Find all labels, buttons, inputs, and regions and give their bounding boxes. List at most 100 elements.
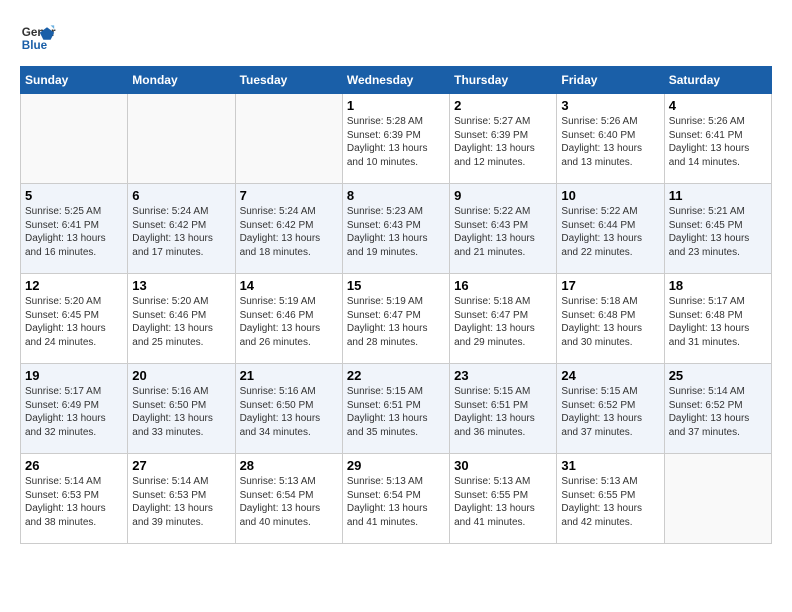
day-cell: 7 Sunrise: 5:24 AM Sunset: 6:42 PM Daylig…	[235, 184, 342, 274]
week-row-4: 19 Sunrise: 5:17 AM Sunset: 6:49 PM Dayli…	[21, 364, 772, 454]
day-cell: 12 Sunrise: 5:20 AM Sunset: 6:45 PM Dayli…	[21, 274, 128, 364]
day-info: Sunrise: 5:14 AM Sunset: 6:52 PM Dayligh…	[669, 385, 767, 439]
day-info: Sunrise: 5:25 AM Sunset: 6:41 PM Dayligh…	[25, 205, 123, 259]
day-number: 16	[454, 278, 552, 293]
calendar-table: SundayMondayTuesdayWednesdayThursdayFrid…	[20, 66, 772, 544]
day-number: 14	[240, 278, 338, 293]
day-info: Sunrise: 5:17 AM Sunset: 6:49 PM Dayligh…	[25, 385, 123, 439]
day-cell: 5 Sunrise: 5:25 AM Sunset: 6:41 PM Daylig…	[21, 184, 128, 274]
week-row-5: 26Sunrise: 5:14 AM Sunset: 6:53 PM Dayli…	[21, 454, 772, 544]
day-number: 18	[669, 278, 767, 293]
day-info: Sunrise: 5:22 AM Sunset: 6:43 PM Dayligh…	[454, 205, 552, 259]
day-cell: 30 Sunrise: 5:13 AM Sunset: 6:55 PM Dayli…	[450, 454, 557, 544]
day-number: 3	[561, 98, 659, 113]
day-number: 24	[561, 368, 659, 383]
week-row-1: 1Sunrise: 5:28 AM Sunset: 6:39 PM Daylig…	[21, 94, 772, 184]
day-cell: 22 Sunrise: 5:15 AM Sunset: 6:51 PM Dayli…	[342, 364, 449, 454]
day-info: Sunrise: 5:17 AM Sunset: 6:48 PM Dayligh…	[669, 295, 767, 349]
day-cell: 31 Sunrise: 5:13 AM Sunset: 6:55 PM Dayli…	[557, 454, 664, 544]
day-info: Sunrise: 5:13 AM Sunset: 6:55 PM Dayligh…	[561, 475, 659, 529]
page-header: General Blue	[20, 20, 772, 56]
day-info: Sunrise: 5:19 AM Sunset: 6:47 PM Dayligh…	[347, 295, 445, 349]
day-cell: 1Sunrise: 5:28 AM Sunset: 6:39 PM Daylig…	[342, 94, 449, 184]
day-info: Sunrise: 5:14 AM Sunset: 6:53 PM Dayligh…	[25, 475, 123, 529]
day-cell	[21, 94, 128, 184]
header-saturday: Saturday	[664, 67, 771, 94]
day-info: Sunrise: 5:20 AM Sunset: 6:46 PM Dayligh…	[132, 295, 230, 349]
day-info: Sunrise: 5:23 AM Sunset: 6:43 PM Dayligh…	[347, 205, 445, 259]
day-info: Sunrise: 5:16 AM Sunset: 6:50 PM Dayligh…	[240, 385, 338, 439]
svg-text:Blue: Blue	[22, 39, 48, 52]
header-tuesday: Tuesday	[235, 67, 342, 94]
day-number: 9	[454, 188, 552, 203]
day-number: 28	[240, 458, 338, 473]
day-number: 21	[240, 368, 338, 383]
day-cell: 18 Sunrise: 5:17 AM Sunset: 6:48 PM Dayli…	[664, 274, 771, 364]
day-number: 15	[347, 278, 445, 293]
day-info: Sunrise: 5:15 AM Sunset: 6:52 PM Dayligh…	[561, 385, 659, 439]
day-info: Sunrise: 5:18 AM Sunset: 6:47 PM Dayligh…	[454, 295, 552, 349]
day-cell: 28 Sunrise: 5:13 AM Sunset: 6:54 PM Dayli…	[235, 454, 342, 544]
day-info: Sunrise: 5:13 AM Sunset: 6:55 PM Dayligh…	[454, 475, 552, 529]
header-monday: Monday	[128, 67, 235, 94]
day-number: 22	[347, 368, 445, 383]
day-number: 19	[25, 368, 123, 383]
day-info: Sunrise: 5:14 AM Sunset: 6:53 PM Dayligh…	[132, 475, 230, 529]
logo-icon: General Blue	[20, 20, 56, 56]
day-cell: 14 Sunrise: 5:19 AM Sunset: 6:46 PM Dayli…	[235, 274, 342, 364]
day-info: Sunrise: 5:20 AM Sunset: 6:45 PM Dayligh…	[25, 295, 123, 349]
day-cell: 15 Sunrise: 5:19 AM Sunset: 6:47 PM Dayli…	[342, 274, 449, 364]
week-row-2: 5 Sunrise: 5:25 AM Sunset: 6:41 PM Daylig…	[21, 184, 772, 274]
day-cell: 2 Sunrise: 5:27 AM Sunset: 6:39 PM Daylig…	[450, 94, 557, 184]
day-info: Sunrise: 5:26 AM Sunset: 6:40 PM Dayligh…	[561, 115, 659, 169]
day-number: 2	[454, 98, 552, 113]
day-cell: 3 Sunrise: 5:26 AM Sunset: 6:40 PM Daylig…	[557, 94, 664, 184]
day-cell: 21 Sunrise: 5:16 AM Sunset: 6:50 PM Dayli…	[235, 364, 342, 454]
day-cell	[664, 454, 771, 544]
day-cell: 29Sunrise: 5:13 AM Sunset: 6:54 PM Dayli…	[342, 454, 449, 544]
day-cell: 8 Sunrise: 5:23 AM Sunset: 6:43 PM Daylig…	[342, 184, 449, 274]
logo: General Blue	[20, 20, 56, 56]
day-info: Sunrise: 5:15 AM Sunset: 6:51 PM Dayligh…	[347, 385, 445, 439]
day-info: Sunrise: 5:22 AM Sunset: 6:44 PM Dayligh…	[561, 205, 659, 259]
day-number: 25	[669, 368, 767, 383]
day-cell	[235, 94, 342, 184]
day-cell: 16 Sunrise: 5:18 AM Sunset: 6:47 PM Dayli…	[450, 274, 557, 364]
day-number: 17	[561, 278, 659, 293]
day-cell: 27Sunrise: 5:14 AM Sunset: 6:53 PM Dayli…	[128, 454, 235, 544]
day-info: Sunrise: 5:15 AM Sunset: 6:51 PM Dayligh…	[454, 385, 552, 439]
day-cell: 20 Sunrise: 5:16 AM Sunset: 6:50 PM Dayli…	[128, 364, 235, 454]
header-sunday: Sunday	[21, 67, 128, 94]
day-number: 4	[669, 98, 767, 113]
day-info: Sunrise: 5:21 AM Sunset: 6:45 PM Dayligh…	[669, 205, 767, 259]
day-info: Sunrise: 5:18 AM Sunset: 6:48 PM Dayligh…	[561, 295, 659, 349]
day-number: 6	[132, 188, 230, 203]
day-cell: 19 Sunrise: 5:17 AM Sunset: 6:49 PM Dayli…	[21, 364, 128, 454]
day-number: 10	[561, 188, 659, 203]
day-cell: 9 Sunrise: 5:22 AM Sunset: 6:43 PM Daylig…	[450, 184, 557, 274]
day-info: Sunrise: 5:24 AM Sunset: 6:42 PM Dayligh…	[240, 205, 338, 259]
day-info: Sunrise: 5:13 AM Sunset: 6:54 PM Dayligh…	[347, 475, 445, 529]
day-number: 8	[347, 188, 445, 203]
day-info: Sunrise: 5:26 AM Sunset: 6:41 PM Dayligh…	[669, 115, 767, 169]
day-cell: 17 Sunrise: 5:18 AM Sunset: 6:48 PM Dayli…	[557, 274, 664, 364]
day-cell: 4 Sunrise: 5:26 AM Sunset: 6:41 PM Daylig…	[664, 94, 771, 184]
week-row-3: 12 Sunrise: 5:20 AM Sunset: 6:45 PM Dayli…	[21, 274, 772, 364]
day-info: Sunrise: 5:28 AM Sunset: 6:39 PM Dayligh…	[347, 115, 445, 169]
day-number: 5	[25, 188, 123, 203]
day-number: 12	[25, 278, 123, 293]
day-info: Sunrise: 5:24 AM Sunset: 6:42 PM Dayligh…	[132, 205, 230, 259]
day-info: Sunrise: 5:27 AM Sunset: 6:39 PM Dayligh…	[454, 115, 552, 169]
day-cell: 13 Sunrise: 5:20 AM Sunset: 6:46 PM Dayli…	[128, 274, 235, 364]
day-number: 7	[240, 188, 338, 203]
day-number: 23	[454, 368, 552, 383]
day-number: 30	[454, 458, 552, 473]
day-info: Sunrise: 5:16 AM Sunset: 6:50 PM Dayligh…	[132, 385, 230, 439]
day-info: Sunrise: 5:19 AM Sunset: 6:46 PM Dayligh…	[240, 295, 338, 349]
day-number: 13	[132, 278, 230, 293]
day-info: Sunrise: 5:13 AM Sunset: 6:54 PM Dayligh…	[240, 475, 338, 529]
day-number: 31	[561, 458, 659, 473]
day-cell: 11Sunrise: 5:21 AM Sunset: 6:45 PM Dayli…	[664, 184, 771, 274]
day-cell: 6 Sunrise: 5:24 AM Sunset: 6:42 PM Daylig…	[128, 184, 235, 274]
day-number: 20	[132, 368, 230, 383]
